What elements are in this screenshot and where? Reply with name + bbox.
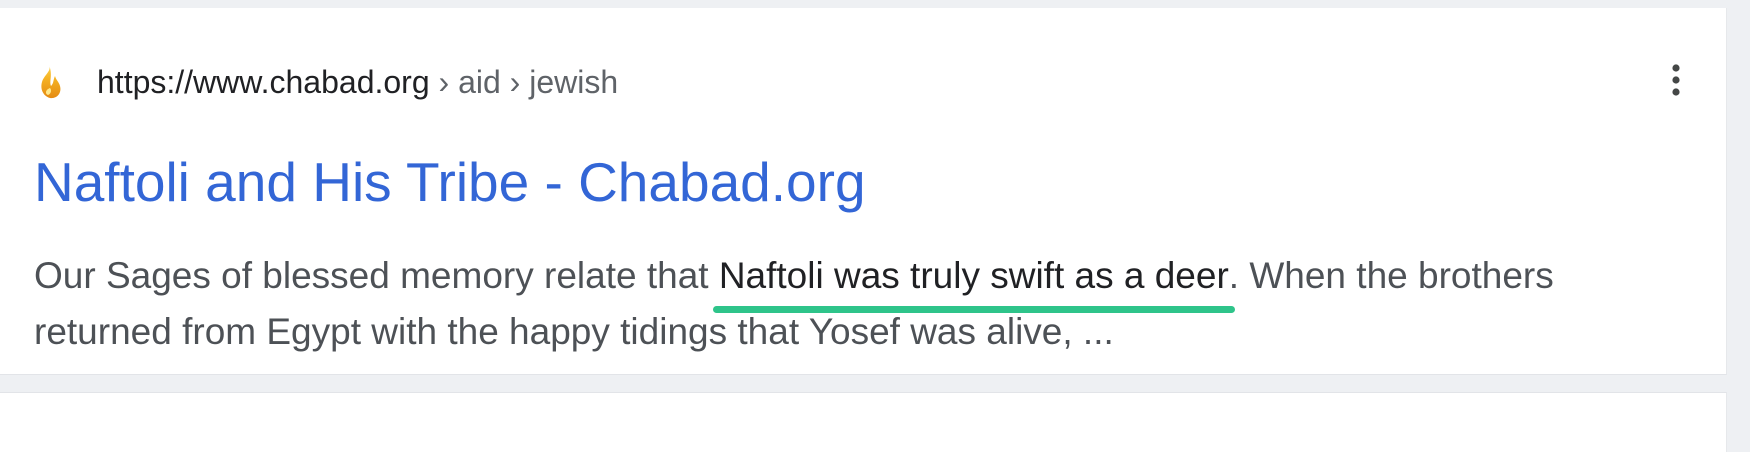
highlight-underline (712, 306, 1235, 313)
snippet-highlight-text: Naftoli was truly swift as a deer (718, 255, 1229, 296)
next-result-card (0, 392, 1727, 452)
search-result-card: https://www.chabad.org › aid › jewish Na… (0, 8, 1727, 375)
snippet-text-before: Our Sages of blessed memory relate that (34, 255, 719, 296)
result-snippet: Our Sages of blessed memory relate that … (34, 248, 1694, 360)
chabad-flame-icon-svg (41, 65, 61, 99)
page-top-strip (0, 0, 1750, 8)
result-url-domain: https://www.chabad.org (97, 64, 430, 100)
more-options-button[interactable] (1656, 58, 1696, 102)
snippet-highlight: Naftoli was truly swift as a deer (712, 248, 1235, 313)
result-url-breadcrumb: › aid › jewish (429, 64, 619, 100)
chabad-flame-icon (30, 62, 70, 102)
result-url[interactable]: https://www.chabad.org › aid › jewish (97, 62, 618, 102)
result-title-link[interactable]: Naftoli and His Tribe - Chabad.org (34, 146, 866, 218)
vertical-dots-icon (1672, 64, 1680, 96)
